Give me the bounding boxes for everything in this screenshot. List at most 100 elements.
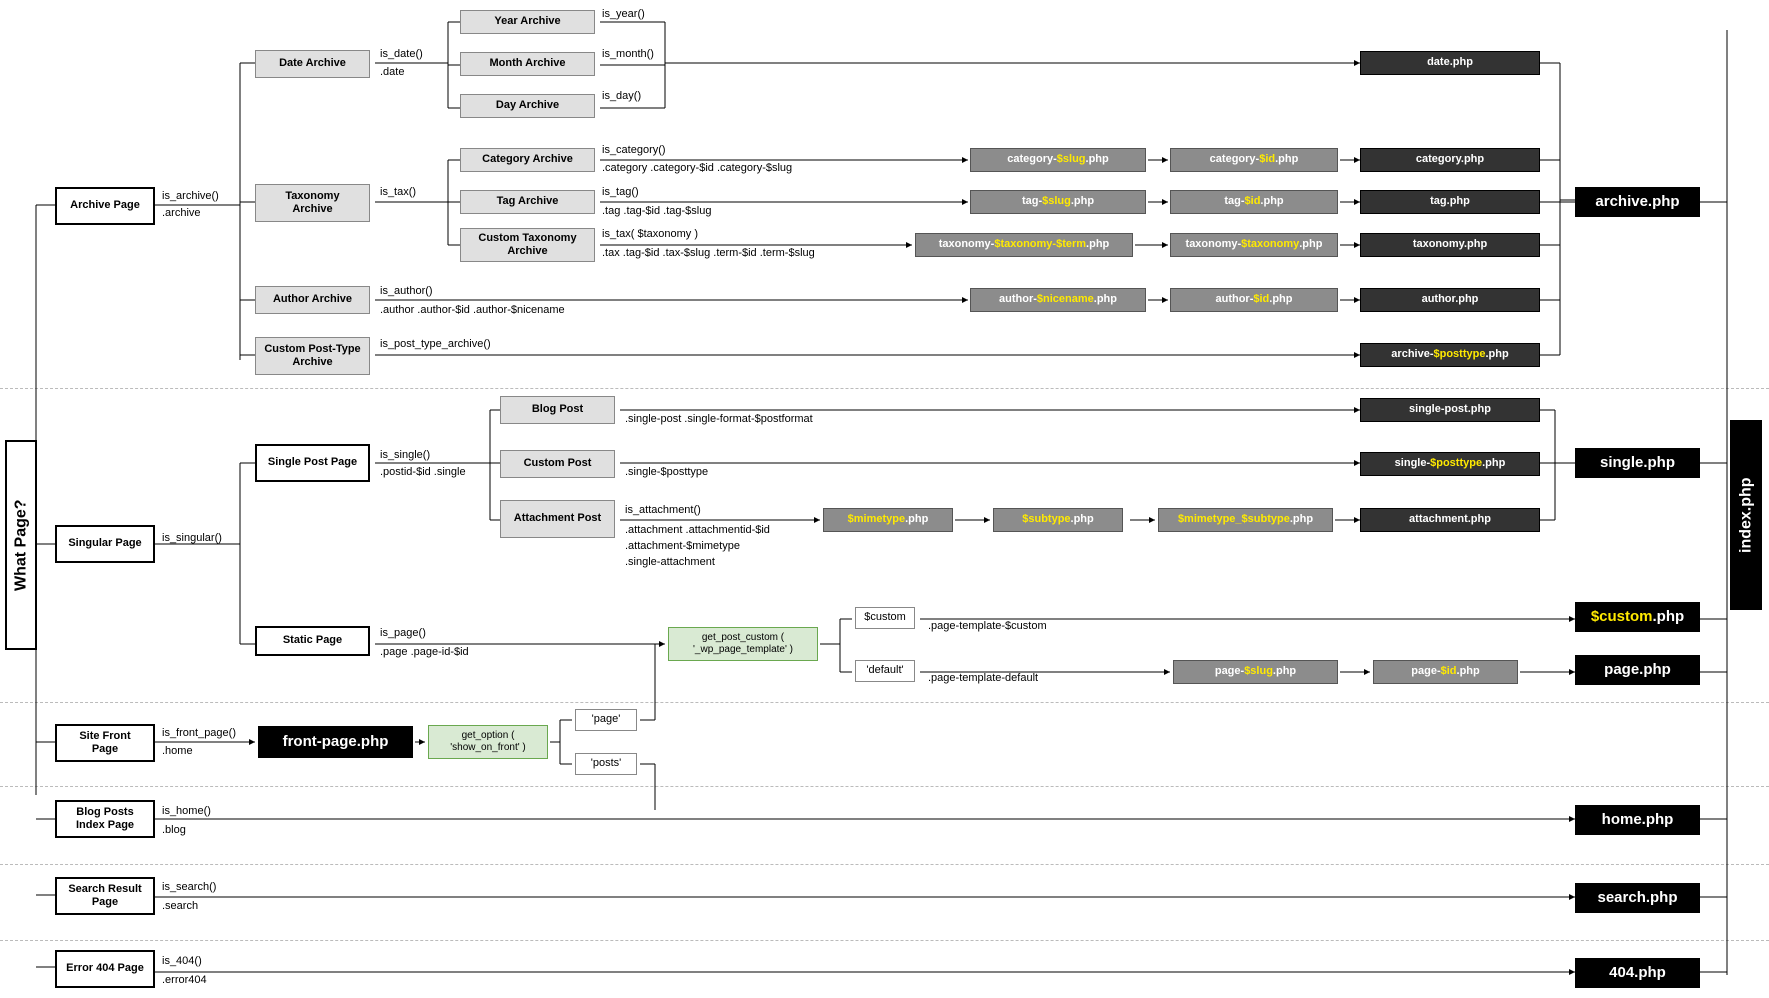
- t: $id: [1245, 195, 1261, 208]
- t: .php: [1086, 238, 1109, 251]
- attach-cls3: .single-attachment: [625, 556, 715, 568]
- date-php: date.php: [1360, 51, 1540, 75]
- t: .php: [1269, 293, 1292, 306]
- attach-cls2: .attachment-$mimetype: [625, 540, 740, 552]
- opt-default: 'default': [855, 660, 915, 682]
- t: page-: [1215, 665, 1244, 678]
- year-fn: is_year(): [602, 8, 645, 20]
- tag-fn: is_tag(): [602, 186, 639, 198]
- tag-php: tag.php: [1360, 190, 1540, 214]
- opt-posts: 'posts': [575, 753, 637, 775]
- opt-page: 'page': [575, 709, 637, 731]
- ctax-id-php: taxonomy-$taxonomy.php: [1170, 233, 1338, 257]
- front-fn: is_front_page(): [162, 727, 236, 739]
- home-php: home.php: [1575, 805, 1700, 835]
- error-fn: is_404(): [162, 955, 202, 967]
- blog-index-page: Blog Posts Index Page: [55, 800, 155, 838]
- tag-id-php: tag-$id.php: [1170, 190, 1338, 214]
- error-cls: .error404: [162, 974, 207, 986]
- get-post-custom: get_post_custom ( '_wp_page_template' ): [668, 627, 818, 661]
- t: .php: [1485, 348, 1508, 361]
- archive-php: archive.php: [1575, 187, 1700, 217]
- ctax-slug-php: taxonomy-$taxonomy-$term.php: [915, 233, 1133, 257]
- mime-sub-php: $mimetype_$subtype.php: [1158, 508, 1333, 532]
- t: $mimetype: [848, 513, 905, 526]
- t: .php: [1086, 153, 1109, 166]
- single-post-page: Single Post Page: [255, 444, 370, 482]
- t: $id: [1441, 665, 1457, 678]
- index-php: index.php: [1730, 420, 1762, 610]
- page-slug-php: page-$slug.php: [1173, 660, 1338, 684]
- t: $mimetype_$subtype: [1178, 513, 1290, 526]
- t: $nicename: [1037, 293, 1094, 306]
- t: .php: [1290, 513, 1313, 526]
- opt-default-cls: .page-template-default: [928, 672, 1038, 684]
- opt-custom-cls: .page-template-$custom: [928, 620, 1047, 632]
- search-php: search.php: [1575, 883, 1700, 913]
- single-cls: .postid-$id .single: [380, 466, 466, 478]
- category-php: category.php: [1360, 148, 1540, 172]
- t: category-: [1210, 153, 1260, 166]
- t: tag-: [1022, 195, 1042, 208]
- t: page-: [1411, 665, 1440, 678]
- archive-page: Archive Page: [55, 187, 155, 225]
- cpt-php: archive-$posttype.php: [1360, 343, 1540, 367]
- blog-cls: .blog: [162, 824, 186, 836]
- cat-slug-php: category-$slug.php: [970, 148, 1146, 172]
- static-fn: is_page(): [380, 627, 426, 639]
- t: .php: [1071, 513, 1094, 526]
- t: $slug: [1057, 153, 1086, 166]
- t: .php: [1273, 665, 1296, 678]
- singular-page: Singular Page: [55, 525, 155, 563]
- static-page: Static Page: [255, 626, 370, 656]
- tax-fn: is_tax(): [380, 186, 416, 198]
- tag-slug-php: tag-$slug.php: [970, 190, 1146, 214]
- t: $slug: [1244, 665, 1273, 678]
- archive-fn: is_archive(): [162, 190, 219, 202]
- day-fn: is_day(): [602, 90, 641, 102]
- search-page: Search Result Page: [55, 877, 155, 915]
- day-archive: Day Archive: [460, 94, 595, 118]
- t: $taxonomy-$term: [994, 238, 1086, 251]
- single-php: single.php: [1575, 448, 1700, 478]
- author-slug-php: author-$nicename.php: [970, 288, 1146, 312]
- month-archive: Month Archive: [460, 52, 595, 76]
- t: $subtype: [1022, 513, 1070, 526]
- custom-post: Custom Post: [500, 450, 615, 478]
- t: $posttype: [1430, 457, 1482, 470]
- single-post-php: single-post.php: [1360, 398, 1540, 422]
- t: author-: [999, 293, 1037, 306]
- cat-cls: .category .category-$id .category-$slug: [602, 162, 792, 174]
- author-archive: Author Archive: [255, 286, 370, 314]
- t: .php: [1653, 608, 1685, 626]
- year-archive: Year Archive: [460, 10, 595, 34]
- attachment-post: Attachment Post: [500, 500, 615, 538]
- mimetype-php: $mimetype.php: [823, 508, 953, 532]
- t: .php: [1482, 457, 1505, 470]
- custom-cls: .single-$posttype: [625, 466, 708, 478]
- opt-custom: $custom: [855, 607, 915, 629]
- page-id-php: page-$id.php: [1373, 660, 1518, 684]
- t: taxonomy-: [939, 238, 995, 251]
- what-page: What Page?: [5, 440, 37, 650]
- t: .php: [905, 513, 928, 526]
- t: $id: [1259, 153, 1275, 166]
- attach-cls1: .attachment .attachmentid-$id: [625, 524, 770, 536]
- search-fn: is_search(): [162, 881, 216, 893]
- archive-cls: .archive: [162, 207, 201, 219]
- taxonomy-php: taxonomy.php: [1360, 233, 1540, 257]
- tag-cls: .tag .tag-$id .tag-$slug: [602, 205, 711, 217]
- 404-php: 404.php: [1575, 958, 1700, 988]
- site-front-page: Site Front Page: [55, 724, 155, 762]
- ctax-fn: is_tax( $taxonomy ): [602, 228, 698, 240]
- t: single-: [1395, 457, 1430, 470]
- static-cls: .page .page-id-$id: [380, 646, 469, 658]
- get-option: get_option ( 'show_on_front' ): [428, 725, 548, 759]
- blog-post: Blog Post: [500, 396, 615, 424]
- cpt-archive: Custom Post-Type Archive: [255, 337, 370, 375]
- t: tag-: [1224, 195, 1244, 208]
- attach-fn: is_attachment(): [625, 504, 701, 516]
- author-php: author.php: [1360, 288, 1540, 312]
- t: taxonomy-: [1186, 238, 1242, 251]
- t: $slug: [1042, 195, 1071, 208]
